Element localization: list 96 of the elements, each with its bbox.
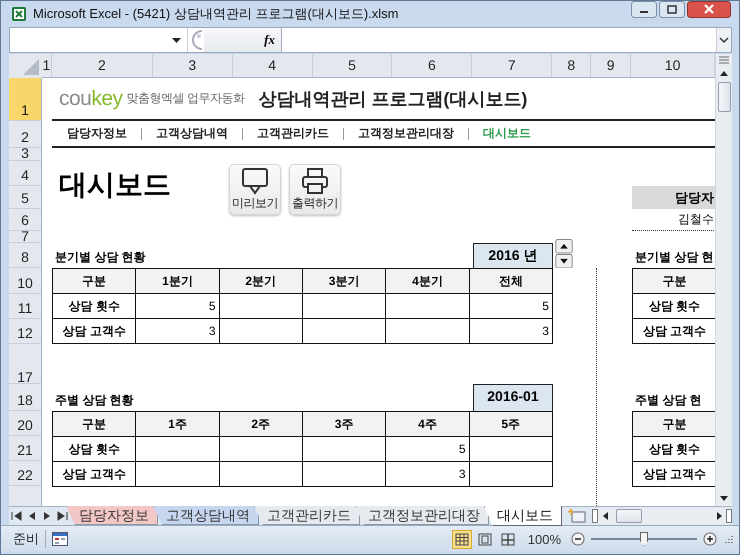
- spin-up-button[interactable]: [554, 239, 573, 254]
- row-header[interactable]: 2: [9, 121, 41, 148]
- nav-link[interactable]: 고객관리카드: [256, 125, 329, 142]
- action-button[interactable]: 출력하기: [288, 164, 341, 215]
- row-header[interactable]: 17: [9, 344, 41, 384]
- table-cell: 5: [469, 294, 552, 318]
- zoom-in-button[interactable]: [703, 532, 717, 546]
- column-header: 3주: [302, 412, 386, 436]
- maximize-button[interactable]: [659, 1, 685, 18]
- row-header[interactable]: 5: [9, 186, 41, 209]
- window-title: Microsoft Excel - (5421) 상담내역관리 프로그램(대시보드).xlsm: [33, 4, 400, 22]
- normal-view-button[interactable]: [452, 530, 472, 548]
- nav-link[interactable]: 대시보드: [482, 125, 531, 142]
- column-header: 4주: [386, 412, 470, 436]
- table-cell: 3: [469, 318, 552, 344]
- table-cell: 3: [386, 462, 470, 486]
- insert-sheet-icon[interactable]: [566, 508, 588, 524]
- column-header[interactable]: 7: [472, 54, 552, 77]
- column-header: 구분: [632, 412, 715, 436]
- table-cell: 5: [386, 436, 470, 462]
- monitor-icon: [240, 167, 270, 195]
- section-title: 주별 상담 현: [634, 392, 703, 409]
- minimize-button[interactable]: [631, 1, 657, 18]
- excel-app-icon: [11, 6, 27, 22]
- logo: coukey: [58, 86, 122, 110]
- column-header: 구분: [632, 268, 715, 294]
- close-button[interactable]: [687, 1, 731, 18]
- column-header[interactable]: 4: [232, 54, 313, 77]
- column-header: 5주: [469, 412, 552, 436]
- zoom-out-button[interactable]: [571, 532, 585, 546]
- nav-link[interactable]: 고객상담내역: [156, 125, 228, 142]
- row-label: 상담 고객수: [52, 318, 136, 344]
- table-cell: 5: [136, 294, 220, 318]
- sheet-tab[interactable]: 고객관리카드: [254, 506, 360, 525]
- spin-down-button[interactable]: [554, 254, 573, 268]
- first-sheet-button[interactable]: [9, 508, 24, 524]
- sheet-tab[interactable]: 대시보드: [484, 506, 562, 526]
- column-header[interactable]: 2: [52, 54, 153, 77]
- page-title: 대시보드: [58, 168, 171, 202]
- column-header: 1주: [136, 412, 220, 436]
- period-field[interactable]: 2016-01: [472, 384, 553, 411]
- table-header: 담당자: [632, 186, 715, 209]
- column-header: 구분: [52, 268, 136, 294]
- split-handle-icon[interactable]: [716, 54, 732, 66]
- row-header[interactable]: 4: [9, 161, 41, 186]
- column-header[interactable]: 6: [392, 54, 472, 77]
- column-header[interactable]: 3: [152, 54, 233, 77]
- row-header[interactable]: 1: [9, 78, 41, 121]
- slider-thumb[interactable]: [640, 532, 648, 546]
- column-header[interactable]: 9: [591, 54, 632, 77]
- row-header[interactable]: 20: [9, 411, 41, 436]
- sheet-tab[interactable]: 고객정보관리대장: [355, 506, 489, 525]
- column-header: 1분기: [136, 268, 220, 294]
- table-cell: 3: [136, 318, 220, 344]
- column-header: 전체: [469, 268, 552, 294]
- row-header[interactable]: 21: [9, 436, 41, 461]
- macro-record-icon[interactable]: [52, 532, 68, 546]
- row-header[interactable]: 10: [9, 268, 41, 294]
- logo-tagline: 맞춤형엑셀 업무자동화: [126, 90, 244, 107]
- column-header: 4분기: [386, 268, 470, 294]
- row-header[interactable]: 22: [9, 461, 41, 486]
- section-title: 분기별 상담 현황: [54, 249, 147, 266]
- printer-icon: [300, 167, 330, 195]
- column-header: 2분기: [219, 268, 302, 294]
- split-handle-icon[interactable]: [726, 508, 732, 524]
- nav-link[interactable]: 담당자정보: [66, 125, 127, 142]
- row-header[interactable]: 7: [9, 231, 41, 243]
- row-header[interactable]: 8: [9, 243, 41, 268]
- period-field[interactable]: 2016 년: [472, 243, 553, 268]
- scroll-thumb[interactable]: [616, 509, 642, 523]
- column-header: 3분기: [302, 268, 386, 294]
- resize-grip-icon[interactable]: [723, 534, 733, 544]
- program-title: 상담내역관리 프로그램(대시보드): [258, 88, 528, 110]
- column-header: 구분: [52, 412, 136, 436]
- column-header[interactable]: 8: [552, 54, 592, 77]
- section-title: 주별 상담 현황: [54, 392, 135, 409]
- action-button[interactable]: 미리보기: [228, 164, 281, 215]
- sheet-tab[interactable]: 담당자정보: [66, 506, 158, 525]
- row-header[interactable]: 11: [9, 294, 41, 319]
- column-header[interactable]: 5: [312, 54, 392, 77]
- row-header[interactable]: 6: [9, 209, 41, 231]
- row-header[interactable]: 12: [9, 319, 41, 344]
- column-header: 2주: [219, 412, 302, 436]
- zoom-level[interactable]: 100%: [528, 532, 561, 546]
- status-text: 준비: [13, 530, 39, 548]
- split-handle-icon[interactable]: [592, 508, 598, 524]
- sheet-tab[interactable]: 고객상담내역: [153, 506, 259, 525]
- row-header[interactable]: 3: [9, 148, 41, 161]
- nav-link[interactable]: 고객정보관리대장: [358, 125, 454, 142]
- row-label: 상담 횟수: [52, 436, 136, 462]
- scroll-thumb[interactable]: [718, 82, 730, 112]
- column-header[interactable]: 1: [42, 54, 52, 77]
- section-title: 분기별 상담 현: [634, 249, 715, 266]
- row-header[interactable]: 18: [9, 384, 41, 411]
- row-label: 상담 고객수: [52, 462, 136, 486]
- row-label: 상담 횟수: [52, 294, 136, 318]
